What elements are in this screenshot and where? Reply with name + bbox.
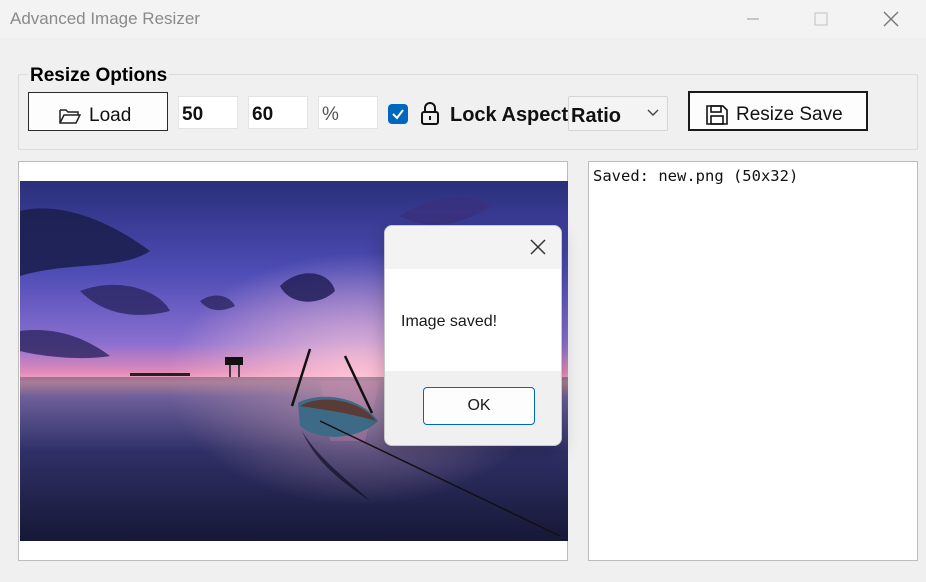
dialog-close-button[interactable]: [521, 230, 555, 264]
folder-open-icon: [59, 109, 81, 124]
log-line: Saved: new.png (50x32): [593, 167, 799, 185]
unit-input[interactable]: %: [318, 96, 378, 129]
height-input[interactable]: 60: [248, 96, 308, 129]
ratio-dropdown[interactable]: Ratio: [568, 96, 668, 131]
minimize-icon: [747, 18, 759, 20]
load-button[interactable]: Load: [28, 92, 168, 131]
log-panel[interactable]: Saved: new.png (50x32): [588, 161, 918, 561]
lock-aspect-checkbox[interactable]: [388, 104, 408, 124]
maximize-icon: [814, 12, 828, 26]
close-icon: [530, 239, 546, 255]
dialog-message: Image saved!: [401, 313, 498, 330]
dialog-footer: OK: [385, 371, 561, 445]
title-bar: Advanced Image Resizer: [0, 0, 926, 38]
minimize-button[interactable]: [730, 0, 776, 38]
lock-icon: [419, 102, 441, 131]
close-button[interactable]: [868, 0, 914, 38]
group-label: Resize Options: [28, 65, 170, 87]
dialog-body: Image saved!: [385, 269, 561, 371]
dialog-title-bar: [385, 226, 561, 269]
width-input[interactable]: 50: [178, 96, 238, 129]
dropdown-value: Ratio: [571, 105, 621, 127]
resize-save-button[interactable]: Resize Save: [688, 91, 868, 131]
maximize-button[interactable]: [798, 0, 844, 38]
save-label: Resize Save: [736, 104, 843, 125]
save-icon: [706, 105, 728, 125]
chevron-down-icon: [647, 109, 659, 116]
window-title: Advanced Image Resizer: [10, 9, 200, 28]
message-dialog: Image saved! OK: [384, 225, 562, 446]
load-label: Load: [89, 105, 132, 126]
close-icon: [883, 11, 899, 27]
ok-button[interactable]: OK: [423, 387, 535, 425]
checkmark-icon: [392, 109, 404, 120]
